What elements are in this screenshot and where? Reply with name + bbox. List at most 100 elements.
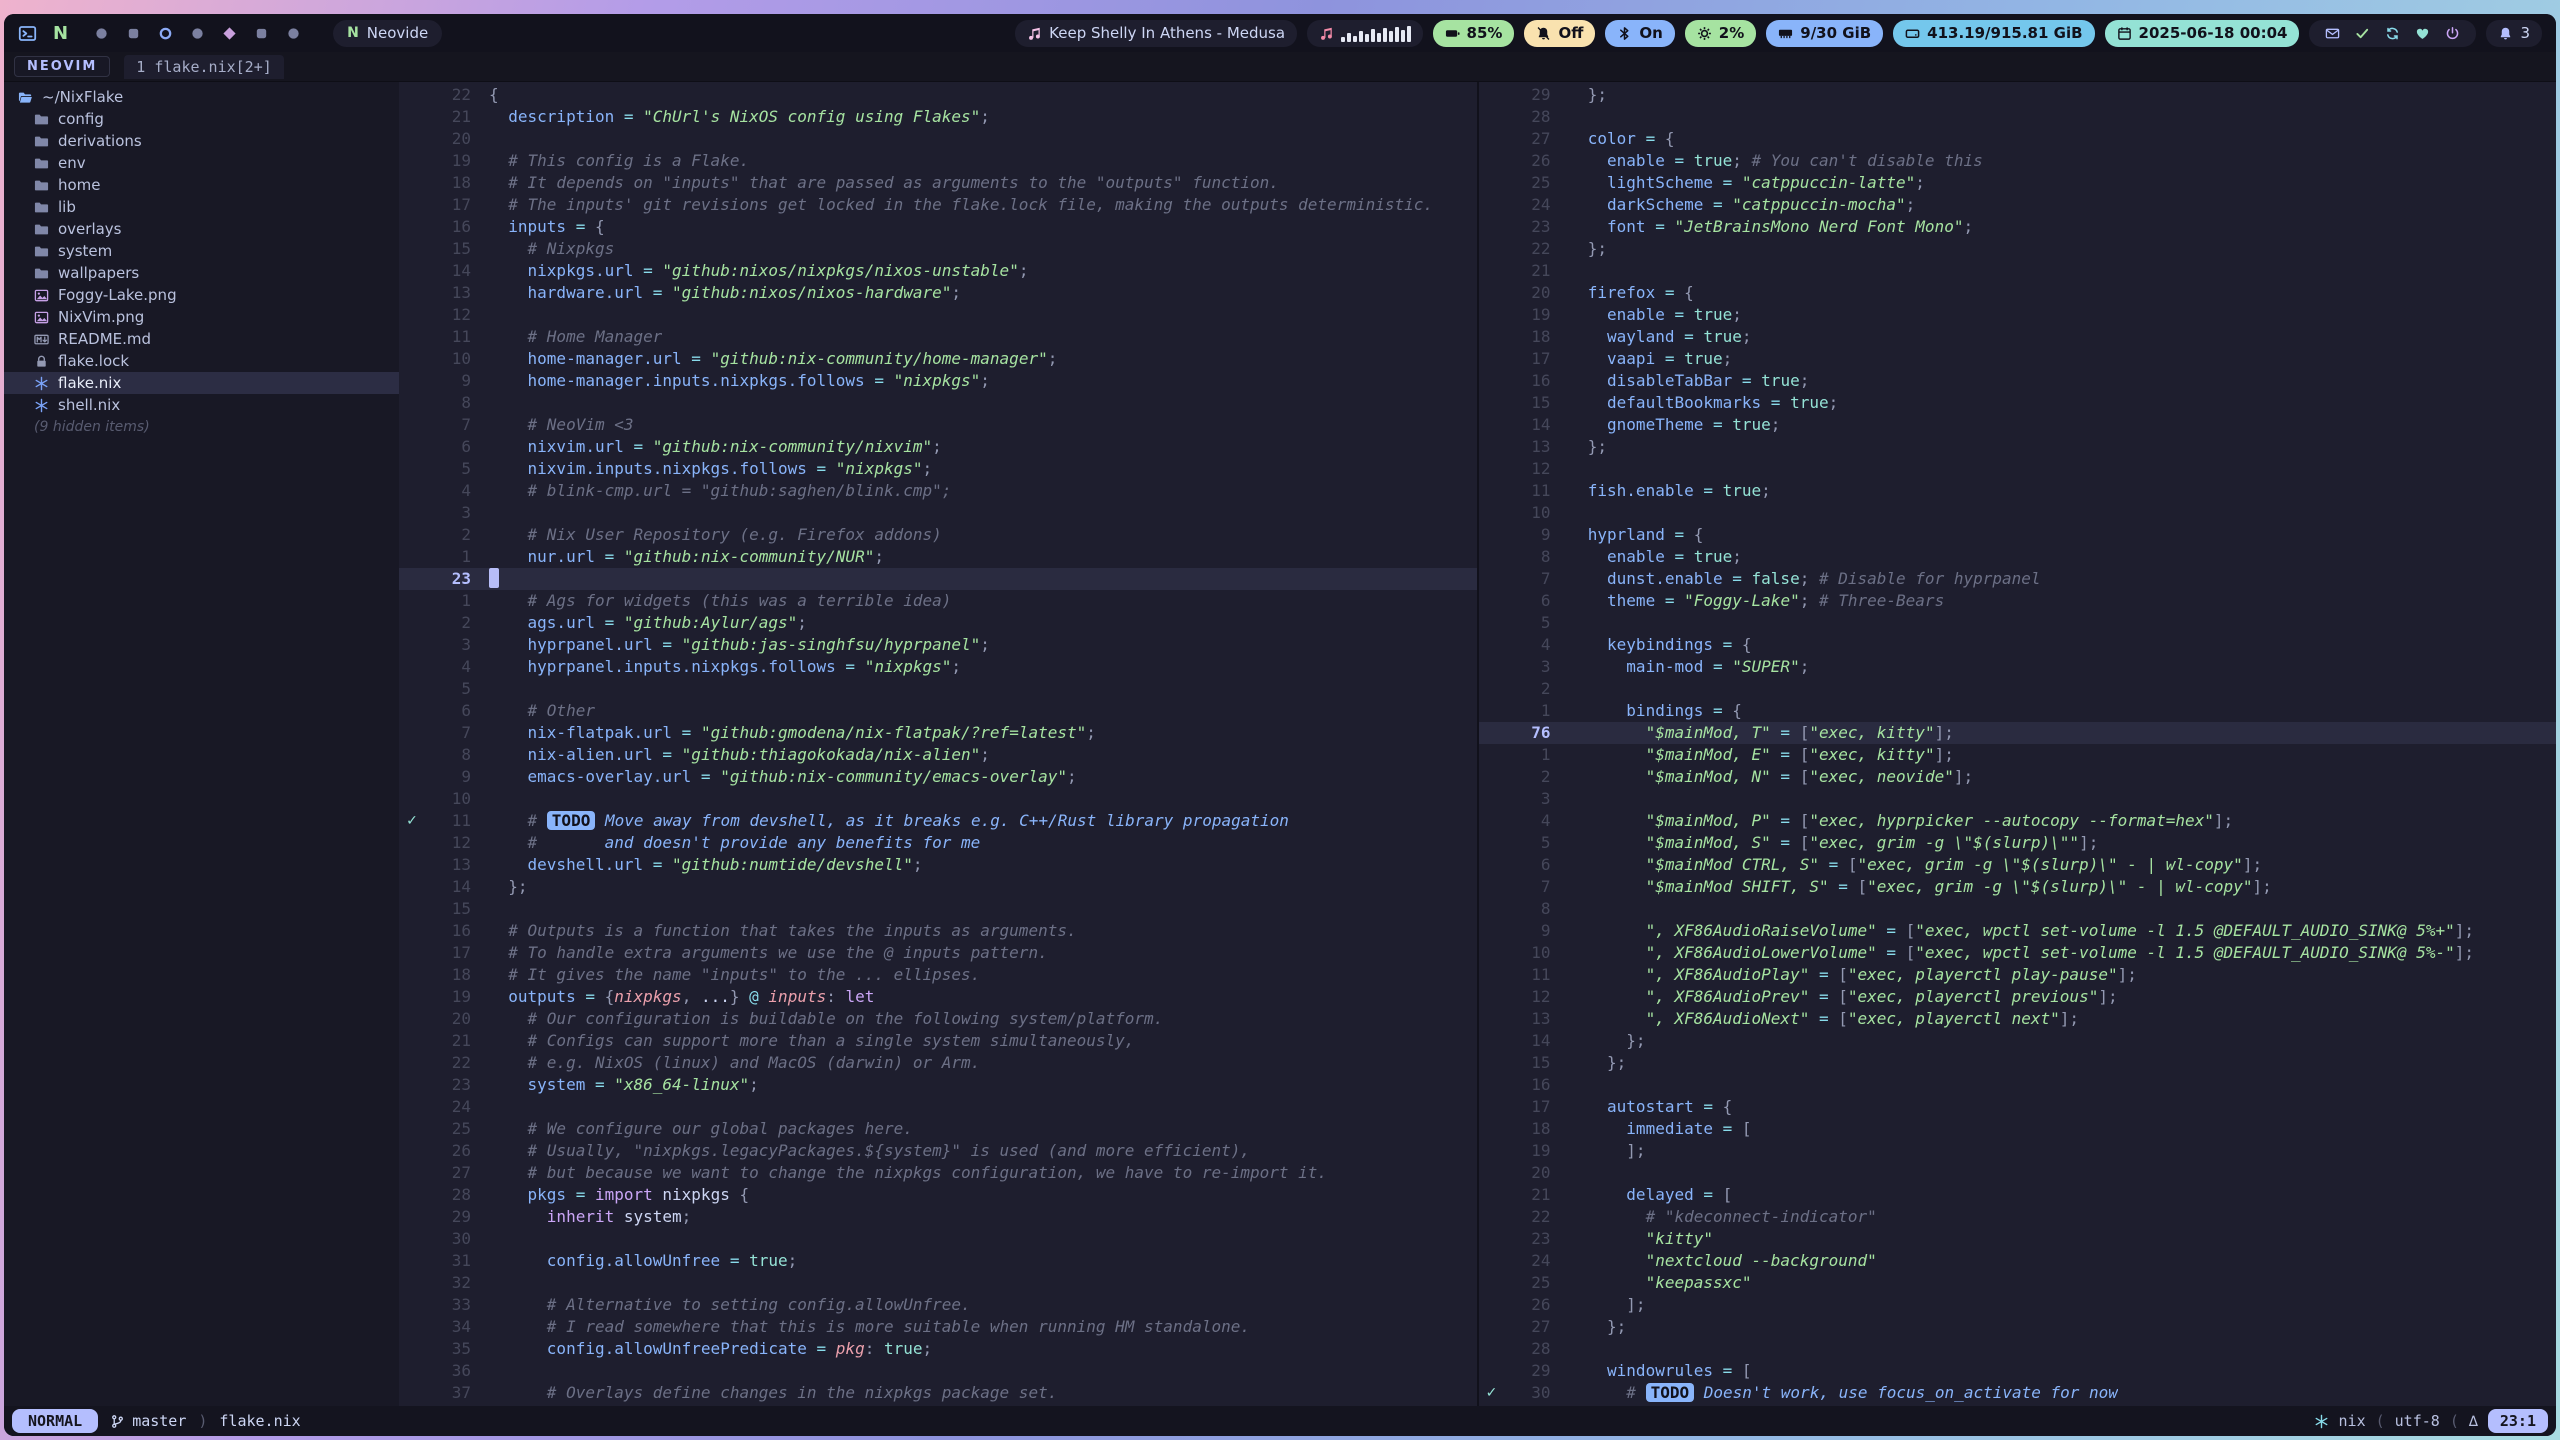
active-window-pill[interactable]: N Neovide — [333, 20, 442, 47]
code-line[interactable]: 8 nix-alien.url = "github:thiagokokada/n… — [399, 744, 1477, 766]
cpu-module[interactable]: 2% — [1685, 20, 1756, 47]
code-line[interactable]: 25 lightScheme = "catppuccin-latte"; — [1479, 172, 2557, 194]
code-line[interactable]: 17 # To handle extra arguments we use th… — [399, 942, 1477, 964]
code-line[interactable]: 17 # The inputs' git revisions get locke… — [399, 194, 1477, 216]
terminal-icon[interactable] — [18, 24, 37, 43]
code-line[interactable]: 9 home-manager.inputs.nixpkgs.follows = … — [399, 370, 1477, 392]
code-line[interactable]: 17 vaapi = true; — [1479, 348, 2557, 370]
tree-item-readme-md[interactable]: README.md — [4, 328, 399, 350]
code-line[interactable]: 27 color = { — [1479, 128, 2557, 150]
code-line[interactable]: 9 ", XF86AudioRaiseVolume" = ["exec, wpc… — [1479, 920, 2557, 942]
code-line[interactable]: 16 — [1479, 1074, 2557, 1096]
code-line[interactable]: 2 — [1479, 678, 2557, 700]
memory-module[interactable]: 9/30 GiB — [1766, 20, 1883, 47]
code-line[interactable]: 34 # I read somewhere that this is more … — [399, 1316, 1477, 1338]
code-line[interactable]: 31 config.allowUnfree = true; — [399, 1250, 1477, 1272]
code-line[interactable]: 1 bindings = { — [1479, 700, 2557, 722]
code-line[interactable]: 27 # but because we want to change the n… — [399, 1162, 1477, 1184]
code-line[interactable]: 5 — [1479, 612, 2557, 634]
git-branch[interactable]: master — [110, 1412, 186, 1430]
code-line[interactable]: 12 — [1479, 458, 2557, 480]
code-line[interactable]: 10 — [399, 788, 1477, 810]
code-line[interactable]: 4 "$mainMod, P" = ["exec, hyprpicker --a… — [1479, 810, 2557, 832]
code-line[interactable]: 7 # NeoVim <3 — [399, 414, 1477, 436]
code-line[interactable]: 22 # "kdeconnect-indicator" — [1479, 1206, 2557, 1228]
tree-item-env[interactable]: env — [4, 152, 399, 174]
code-line[interactable]: 7 dunst.enable = false; # Disable for hy… — [1479, 568, 2557, 590]
code-line[interactable]: 15 # Nixpkgs — [399, 238, 1477, 260]
code-line[interactable]: 8 — [1479, 898, 2557, 920]
code-line[interactable]: 13 }; — [1479, 436, 2557, 458]
code-line[interactable]: 3 main-mod = "SUPER"; — [1479, 656, 2557, 678]
code-line[interactable]: 20 # Our configuration is buildable on t… — [399, 1008, 1477, 1030]
tree-item-overlays[interactable]: overlays — [4, 218, 399, 240]
code-line[interactable]: 18 # It depends on "inputs" that are pas… — [399, 172, 1477, 194]
tree-item-system[interactable]: system — [4, 240, 399, 262]
code-line[interactable]: 2 "$mainMod, N" = ["exec, neovide"]; — [1479, 766, 2557, 788]
tree-item-lib[interactable]: lib — [4, 196, 399, 218]
code-line[interactable]: 13 devshell.url = "github:numtide/devshe… — [399, 854, 1477, 876]
code-line[interactable]: 15 }; — [1479, 1052, 2557, 1074]
code-line[interactable]: 14 }; — [399, 876, 1477, 898]
buffer-tab[interactable]: 1 flake.nix[2+] — [124, 55, 283, 79]
tree-item-nixvim-png[interactable]: NixVim.png — [4, 306, 399, 328]
code-line[interactable]: 8 — [399, 392, 1477, 414]
tray-heart-icon[interactable] — [2415, 26, 2430, 41]
code-line[interactable]: 21 # Configs can support more than a sin… — [399, 1030, 1477, 1052]
taskbar-app-icon[interactable] — [190, 26, 205, 41]
code-line[interactable]: 1 # Ags for widgets (this was a terrible… — [399, 590, 1477, 612]
code-line[interactable]: 12 — [399, 304, 1477, 326]
code-line[interactable]: 22{ — [399, 84, 1477, 106]
code-line[interactable]: 24 "nextcloud --background" — [1479, 1250, 2557, 1272]
code-line[interactable]: 23 system = "x86_64-linux"; — [399, 1074, 1477, 1096]
tree-item-config[interactable]: config — [4, 108, 399, 130]
code-line[interactable]: 24 darkScheme = "catppuccin-mocha"; — [1479, 194, 2557, 216]
battery-module[interactable]: 85% — [1433, 20, 1515, 47]
code-line[interactable]: 20 — [399, 128, 1477, 150]
code-line[interactable]: 33 # Alternative to setting config.allow… — [399, 1294, 1477, 1316]
tree-item-wallpapers[interactable]: wallpapers — [4, 262, 399, 284]
code-line[interactable]: 15 defaultBookmarks = true; — [1479, 392, 2557, 414]
taskbar-app-icon[interactable] — [222, 26, 237, 41]
code-line[interactable]: 16 inputs = { — [399, 216, 1477, 238]
bluetooth-module[interactable]: On — [1605, 20, 1674, 47]
code-line[interactable]: 17 autostart = { — [1479, 1096, 2557, 1118]
code-line[interactable]: 5 — [399, 678, 1477, 700]
code-line[interactable]: 3 — [1479, 788, 2557, 810]
code-line[interactable]: 35 config.allowUnfreePredicate = pkg: tr… — [399, 1338, 1477, 1360]
code-line[interactable]: 13 hardware.url = "github:nixos/nixos-ha… — [399, 282, 1477, 304]
editor-pane-left[interactable]: 22{21 description = "ChUrl's NixOS confi… — [399, 82, 1477, 1406]
code-line[interactable]: 37 # Overlays define changes in the nixp… — [399, 1382, 1477, 1404]
code-line[interactable]: 11 # Home Manager — [399, 326, 1477, 348]
code-line[interactable]: 18 # It gives the name "inputs" to the .… — [399, 964, 1477, 986]
clock-module[interactable]: 2025-06-18 00:04 — [2105, 20, 2300, 47]
tree-item-nixflake[interactable]: ~/NixFlake — [4, 86, 399, 108]
code-line[interactable]: 19 enable = true; — [1479, 304, 2557, 326]
code-line[interactable]: 9 hyprland = { — [1479, 524, 2557, 546]
code-line[interactable]: 6 theme = "Foggy-Lake"; # Three-Bears — [1479, 590, 2557, 612]
code-line[interactable]: 23 font = "JetBrainsMono Nerd Font Mono"… — [1479, 216, 2557, 238]
code-line[interactable]: 32 — [399, 1272, 1477, 1294]
code-line[interactable]: 16 # Outputs is a function that takes th… — [399, 920, 1477, 942]
tree-item-flake-nix[interactable]: flake.nix — [4, 372, 399, 394]
code-line[interactable]: 36 — [399, 1360, 1477, 1382]
code-line[interactable]: 7 "$mainMod SHIFT, S" = ["exec, grim -g … — [1479, 876, 2557, 898]
code-line[interactable]: 21 description = "ChUrl's NixOS config u… — [399, 106, 1477, 128]
code-line[interactable]: 10 — [1479, 502, 2557, 524]
code-line[interactable]: 10 ", XF86AudioLowerVolume" = ["exec, wp… — [1479, 942, 2557, 964]
code-line[interactable]: 4 hyprpanel.inputs.nixpkgs.follows = "ni… — [399, 656, 1477, 678]
neovim-icon[interactable]: N — [53, 23, 68, 44]
code-line[interactable]: 18 wayland = true; — [1479, 326, 2557, 348]
taskbar-app-icon[interactable] — [94, 26, 109, 41]
code-line[interactable]: 27 }; — [1479, 1316, 2557, 1338]
code-line[interactable]: 25 # We configure our global packages he… — [399, 1118, 1477, 1140]
tree-item-derivations[interactable]: derivations — [4, 130, 399, 152]
code-line[interactable]: 10 home-manager.url = "github:nix-commun… — [399, 348, 1477, 370]
code-line[interactable]: 29 inherit system; — [399, 1206, 1477, 1228]
code-line[interactable]: 26 # Usually, "nixpkgs.legacyPackages.${… — [399, 1140, 1477, 1162]
code-line[interactable]: 29 }; — [1479, 84, 2557, 106]
code-line[interactable]: 13 ", XF86AudioNext" = ["exec, playerctl… — [1479, 1008, 2557, 1030]
code-line[interactable]: 28 — [1479, 1338, 2557, 1360]
tree-item-home[interactable]: home — [4, 174, 399, 196]
taskbar-app-icon[interactable] — [254, 26, 269, 41]
